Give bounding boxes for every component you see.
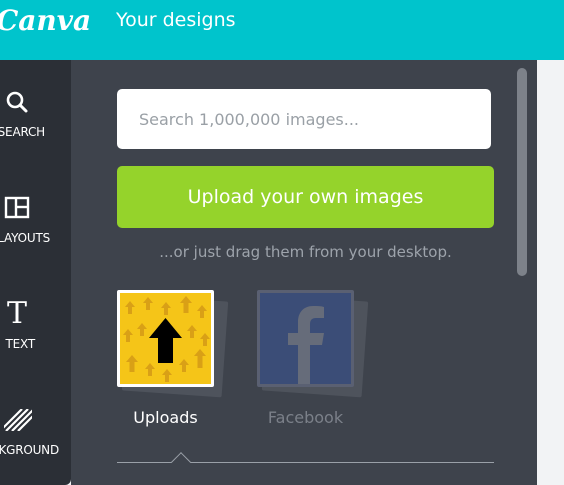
upload-arrow-icon — [120, 293, 211, 384]
sidebar-item-label: TEXT — [5, 337, 36, 351]
sidebar-item-text[interactable]: T TEXT — [0, 290, 71, 380]
upload-images-button[interactable]: Upload your own images — [117, 166, 494, 228]
image-search-input[interactable] — [117, 89, 491, 149]
sidebar-item-label: LAYOUTS — [0, 231, 50, 245]
images-panel: Upload your own images ...or just drag t… — [71, 60, 537, 485]
uploads-thumbnail — [117, 290, 214, 387]
sidebar-item-label: SEARCH — [0, 125, 45, 139]
left-rail: SEARCH LAYOUTS T TEXT KGROUND — [0, 60, 71, 485]
background-icon — [4, 409, 32, 431]
sidebar-item-background[interactable]: BKGROUND — [0, 396, 71, 485]
facebook-icon — [260, 293, 351, 384]
active-source-pointer — [171, 452, 191, 472]
canvas-area[interactable] — [537, 60, 564, 485]
search-icon — [6, 91, 28, 113]
top-bar: Canva Your designs — [0, 0, 564, 60]
canva-logo[interactable]: Canva — [0, 4, 91, 37]
drag-hint-text: ...or just drag them from your desktop. — [159, 243, 452, 261]
page-title[interactable]: Your designs — [116, 9, 236, 31]
sidebar-item-layouts[interactable]: LAYOUTS — [0, 184, 71, 274]
panel-scrollbar[interactable] — [517, 68, 527, 276]
sidebar-item-label: BKGROUND — [0, 443, 59, 457]
svg-text:T: T — [7, 296, 27, 329]
facebook-label: Facebook — [267, 408, 344, 427]
canva-app: Canva Your designs SEARCH LAYOUTS T TEXT — [0, 0, 564, 485]
facebook-thumbnail — [257, 290, 354, 387]
layouts-icon — [4, 196, 30, 219]
text-icon: T — [7, 296, 27, 329]
sidebar-item-search[interactable]: SEARCH — [0, 78, 71, 168]
uploads-label: Uploads — [133, 408, 198, 427]
